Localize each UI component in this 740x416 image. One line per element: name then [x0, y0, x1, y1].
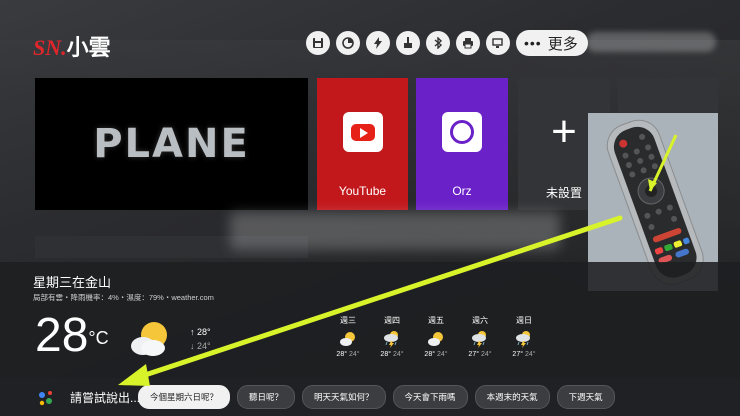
google-assistant-icon[interactable] [37, 389, 55, 407]
low-temp: ↓ 24° [190, 341, 211, 351]
plus-icon: + [551, 107, 577, 156]
suggestion-chip[interactable]: 下週天氣 [556, 385, 615, 409]
temperature-value: 28 [35, 309, 89, 362]
suggestion-chip[interactable]: 本週末的天氣 [474, 385, 550, 409]
current-temperature: 28°C [35, 312, 109, 360]
forecast-day: 週四 28° 24° [370, 315, 414, 358]
disc-icon[interactable] [336, 31, 360, 55]
forecast-day: 週日 27° 24° [502, 315, 546, 358]
high-temp: ↑ 28° [190, 327, 211, 337]
forecast-day-label: 週日 [516, 316, 532, 325]
suggestion-chips: 今個星期六日呢？ 聽日呢？ 明天天氣如何？ 今天會下雨嗎 本週末的天氣 下週天氣 [138, 385, 615, 409]
forecast-high: 27° [468, 351, 480, 358]
partly-cloudy-icon [326, 328, 370, 350]
more-dots-icon: ••• [524, 35, 542, 51]
brand-mark: SN. [33, 35, 67, 60]
youtube-icon [342, 112, 383, 152]
thunderstorm-icon [502, 328, 546, 350]
assistant-prompt: 請嘗試說出... [70, 391, 141, 405]
forecast-day-label: 週五 [428, 316, 444, 325]
weather-title: 星期三在金山 [33, 275, 112, 290]
forecast-high: 28° [336, 351, 348, 358]
forecast-day-label: 週三 [340, 316, 356, 325]
forecast-high: 28° [380, 351, 392, 358]
suggestion-chip[interactable]: 聽日呢？ [237, 385, 296, 409]
suggestion-chip[interactable]: 今個星期六日呢？ [138, 385, 231, 409]
partly-cloudy-icon [128, 318, 172, 358]
bluetooth-icon[interactable] [426, 31, 450, 55]
app-tile-orz[interactable]: Orz [416, 78, 508, 210]
blurred-account-area [586, 32, 716, 52]
forecast-day-label: 週六 [472, 316, 488, 325]
forecast-day: 週六 27° 24° [458, 315, 502, 358]
clean-brush-icon[interactable] [396, 31, 420, 55]
orz-icon [442, 112, 482, 152]
forecast-high: 28° [424, 351, 436, 358]
more-label: 更多 [547, 35, 578, 53]
forecast-low: 24° [348, 351, 360, 358]
printer-icon[interactable] [456, 31, 480, 55]
suggestion-chip[interactable]: 今天會下雨嗎 [392, 385, 468, 409]
featured-movie-tile[interactable]: PLANE [35, 78, 308, 210]
bolt-icon[interactable] [366, 31, 390, 55]
thunderstorm-icon [370, 328, 414, 350]
forecast-day: 週五 28° 24° [414, 315, 458, 358]
forecast-low: 24° [480, 351, 492, 358]
temperature-unit: °C [88, 328, 109, 348]
forecast-low: 24° [436, 351, 448, 358]
brand-name: 小雲 [66, 35, 111, 60]
forecast-day-label: 週四 [384, 316, 400, 325]
app-tile-label: Orz [452, 184, 472, 198]
forecast-high: 27° [512, 351, 524, 358]
top-toolbar: ••• 更多 [306, 29, 588, 57]
featured-title: PLANE [93, 121, 250, 167]
forecast-day: 週三 28° 24° [326, 315, 370, 358]
partly-cloudy-icon [414, 328, 458, 350]
brand-logo: SN.小雲 [33, 30, 111, 62]
blurred-overlay [230, 212, 560, 250]
forecast-low: 24° [524, 351, 536, 358]
app-tile-youtube[interactable]: YouTube [317, 78, 408, 210]
app-tile-label: YouTube [338, 184, 387, 198]
more-button[interactable]: ••• 更多 [516, 30, 588, 56]
weather-subtitle: 局部有雲・降雨機率：4%・濕度：79%・weather.com [33, 293, 214, 302]
thunderstorm-icon [458, 328, 502, 350]
save-icon[interactable] [306, 31, 330, 55]
screen-icon[interactable] [486, 31, 510, 55]
suggestion-chip[interactable]: 明天天氣如何？ [302, 385, 386, 409]
forecast-row: 週三 28° 24° 週四 28° 24° 週五 28° 24° 週六 27° … [326, 315, 546, 358]
forecast-low: 24° [392, 351, 404, 358]
high-low-temps: ↑ 28° ↓ 24° [190, 325, 211, 353]
